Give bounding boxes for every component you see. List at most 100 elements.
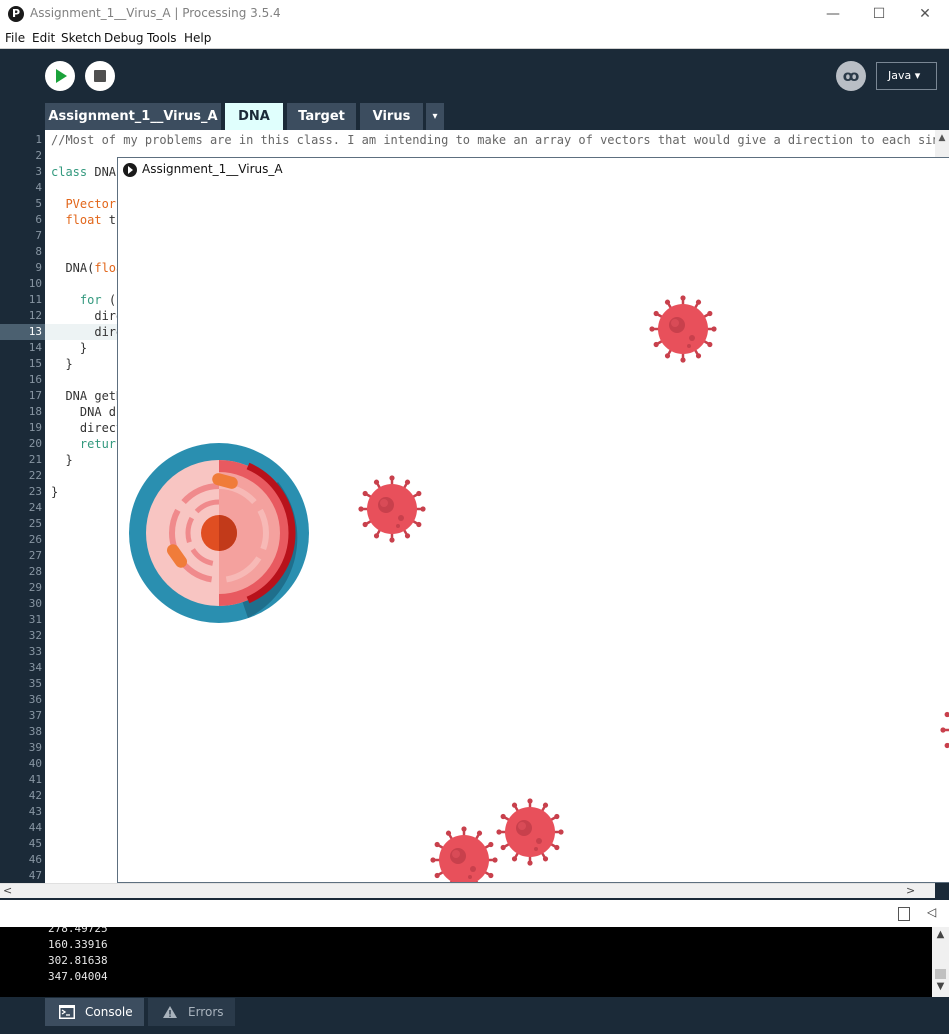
virus	[430, 826, 498, 882]
console-scrollbar[interactable]: ▲ ▼	[932, 927, 949, 997]
collapse-console-icon[interactable]: ◁	[927, 905, 936, 919]
console-line: 302.81638	[48, 954, 108, 967]
line-number: 10	[28, 277, 42, 290]
line-number: 27	[28, 549, 42, 562]
minimize-button[interactable]: —	[810, 2, 856, 26]
line-number: 39	[28, 741, 42, 754]
menu-help[interactable]: Help	[184, 31, 211, 45]
console-tab[interactable]: Console	[45, 998, 144, 1026]
toolbar: ꝏ Java ▾	[1, 49, 948, 102]
tab-assignment[interactable]: Assignment_1__Virus_A	[45, 103, 221, 130]
line-number: 11	[28, 293, 42, 306]
line-number: 19	[28, 421, 42, 434]
code-line: }	[51, 485, 59, 499]
line-number: 5	[35, 197, 42, 210]
line-number: 1	[35, 133, 42, 146]
line-number: 20	[28, 437, 42, 450]
line-number: 12	[28, 309, 42, 322]
menu-debug[interactable]: Debug	[104, 31, 143, 45]
line-number: 13	[28, 325, 42, 338]
line-number: 36	[28, 693, 42, 706]
virus	[358, 475, 426, 543]
stop-icon	[94, 70, 106, 82]
line-number: 32	[28, 629, 42, 642]
line-number: 31	[28, 613, 42, 626]
code-line: float th	[65, 213, 124, 227]
line-number: 35	[28, 677, 42, 690]
line-number: 15	[28, 357, 42, 370]
virus	[940, 711, 949, 749]
line-number: 46	[28, 853, 42, 866]
play-icon	[56, 69, 67, 83]
line-number: 45	[28, 837, 42, 850]
tab-virus[interactable]: Virus	[360, 103, 423, 130]
code-line: for (	[79, 293, 117, 307]
run-button[interactable]	[45, 61, 75, 91]
console-scroll-up-icon[interactable]: ▲	[932, 929, 949, 940]
line-number: 6	[35, 213, 42, 226]
virus	[496, 798, 564, 866]
line-number: 22	[28, 469, 42, 482]
debugger-icon[interactable]: ꝏ	[836, 61, 866, 91]
line-number: 37	[28, 709, 42, 722]
line-number: 42	[28, 789, 42, 802]
line-number: 24	[28, 501, 42, 514]
processing-logo-icon: P	[8, 6, 24, 22]
code-line: }	[51, 453, 73, 467]
line-number: 43	[28, 805, 42, 818]
virus	[649, 295, 717, 363]
line-number: 3	[35, 165, 42, 178]
console-line: 347.04004	[48, 970, 108, 983]
copy-icon[interactable]	[898, 907, 910, 921]
editor-horizontal-scrollbar[interactable]: < >	[0, 883, 935, 898]
horizontal-scroll-thumb[interactable]	[16, 886, 790, 896]
mode-selector[interactable]: Java ▾	[876, 62, 937, 90]
menu-sketch[interactable]: Sketch	[61, 31, 101, 45]
stop-button[interactable]	[85, 61, 115, 91]
line-number: 40	[28, 757, 42, 770]
console-scroll-down-icon[interactable]: ▼	[932, 981, 949, 992]
tab-menu-chevron-icon[interactable]: ▾	[426, 103, 444, 130]
console-icon	[59, 1005, 75, 1019]
sketch-title: Assignment_1__Virus_A	[142, 162, 283, 176]
console-scroll-thumb[interactable]	[935, 969, 946, 979]
line-number: 23	[28, 485, 42, 498]
line-number: 8	[35, 245, 42, 258]
console-line: 160.33916	[48, 938, 108, 951]
scroll-left-icon[interactable]: <	[3, 884, 12, 898]
line-number: 38	[28, 725, 42, 738]
editor-scroll-up-icon[interactable]: ▲	[935, 130, 949, 146]
line-number: 30	[28, 597, 42, 610]
tab-target[interactable]: Target	[287, 103, 356, 130]
warning-icon	[163, 1006, 177, 1018]
code-line: dire	[51, 309, 124, 323]
code-line: }	[51, 357, 73, 371]
console-output: 278.49725 160.33916 302.81638 347.04004	[0, 927, 932, 997]
tab-dna[interactable]: DNA	[225, 103, 283, 130]
line-number: 4	[35, 181, 42, 194]
errors-tab[interactable]: Errors	[148, 998, 235, 1026]
code-line: direct	[51, 421, 124, 435]
close-button[interactable]: ✕	[902, 2, 948, 26]
bottom-tab-bar: Console Errors	[0, 997, 949, 1034]
sketch-output-window[interactable]: Assignment_1__Virus_A	[117, 157, 949, 883]
line-number: 9	[35, 261, 42, 274]
menu-edit[interactable]: Edit	[32, 31, 55, 45]
line-number-gutter: 1 2 3 4 5 6 7 8 9 10 11 12 13 14 15 16 17 18 19 20 21 22 23 24 2…	[0, 130, 45, 883]
line-number: 7	[35, 229, 42, 242]
code-line: }	[51, 341, 88, 355]
window-titlebar: P Assignment_1__Virus_A | Processing 3.5…	[0, 0, 949, 29]
console-header: ◁	[0, 898, 949, 927]
line-number: 47	[28, 869, 42, 882]
console-tab-label: Console	[85, 1005, 133, 1019]
line-number: 44	[28, 821, 42, 834]
menu-tools[interactable]: Tools	[147, 31, 177, 45]
line-number: 21	[28, 453, 42, 466]
window-title: Assignment_1__Virus_A | Processing 3.5.4	[30, 6, 281, 20]
scroll-right-icon[interactable]: >	[906, 884, 915, 898]
maximize-button[interactable]: ☐	[856, 2, 902, 26]
code-line: return	[79, 437, 124, 451]
menu-file[interactable]: File	[5, 31, 25, 45]
console-line: 278.49725	[48, 927, 108, 935]
line-number: 26	[28, 533, 42, 546]
